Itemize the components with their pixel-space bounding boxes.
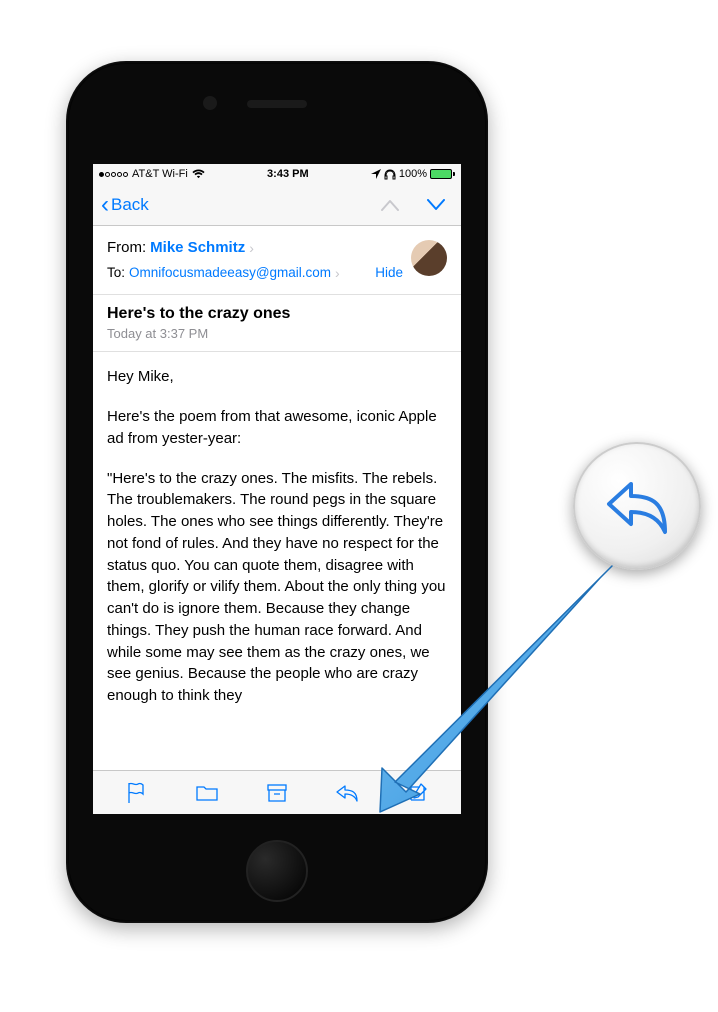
back-label: Back [111,195,149,215]
archive-icon [266,783,288,803]
folder-icon [195,783,219,803]
location-icon [371,169,381,179]
from-name[interactable]: Mike Schmitz [150,236,245,260]
chevron-right-icon: › [335,262,340,284]
sender-avatar[interactable] [411,240,447,276]
headphones-icon [384,169,396,180]
message-subject: Here's to the crazy ones [107,305,447,323]
message-body[interactable]: Hey Mike, Here's the poem from that awes… [93,352,461,744]
mail-app-screen: AT&T Wi-Fi 3:43 PM 100% ‹ Back [93,164,461,814]
body-intro: Here's the poem from that awesome, iconi… [107,406,447,450]
previous-message-button[interactable] [381,199,399,211]
home-button[interactable] [246,840,308,902]
next-message-button[interactable] [427,199,445,211]
body-text: "Here's to the crazy ones. The misfits. … [107,468,447,707]
reply-callout-magnifier [573,442,701,570]
flag-button[interactable] [123,780,149,806]
status-time: 3:43 PM [267,168,309,180]
to-email[interactable]: Omnifocusmadeeasy@gmail.com [129,262,331,284]
compose-button[interactable] [405,780,431,806]
nav-bar: ‹ Back [93,184,461,226]
reply-button[interactable] [334,780,360,806]
battery-icon [430,169,455,179]
reply-icon [335,783,359,803]
status-bar: AT&T Wi-Fi 3:43 PM 100% [93,164,461,184]
flag-icon [126,782,146,804]
message-header: From: Mike Schmitz › To: Omnifocusmadeea… [93,226,461,295]
move-button[interactable] [194,780,220,806]
message-date: Today at 3:37 PM [107,326,447,341]
battery-percent: 100% [399,168,427,180]
archive-button[interactable] [264,780,290,806]
reply-icon-large [603,476,671,536]
chevron-left-icon: ‹ [101,193,109,217]
chevron-right-icon: › [249,237,254,259]
iphone-frame: AT&T Wi-Fi 3:43 PM 100% ‹ Back [66,61,488,923]
signal-dots-icon [99,172,128,177]
wifi-icon [192,169,205,179]
hide-button[interactable]: Hide [375,262,403,284]
subject-block: Here's to the crazy ones Today at 3:37 P… [93,295,461,352]
back-button[interactable]: ‹ Back [101,193,149,217]
to-label: To: [107,262,125,284]
compose-icon [407,782,429,804]
mail-toolbar [93,770,461,814]
body-greeting: Hey Mike, [107,366,447,388]
carrier-label: AT&T Wi-Fi [132,168,188,180]
from-label: From: [107,236,146,260]
